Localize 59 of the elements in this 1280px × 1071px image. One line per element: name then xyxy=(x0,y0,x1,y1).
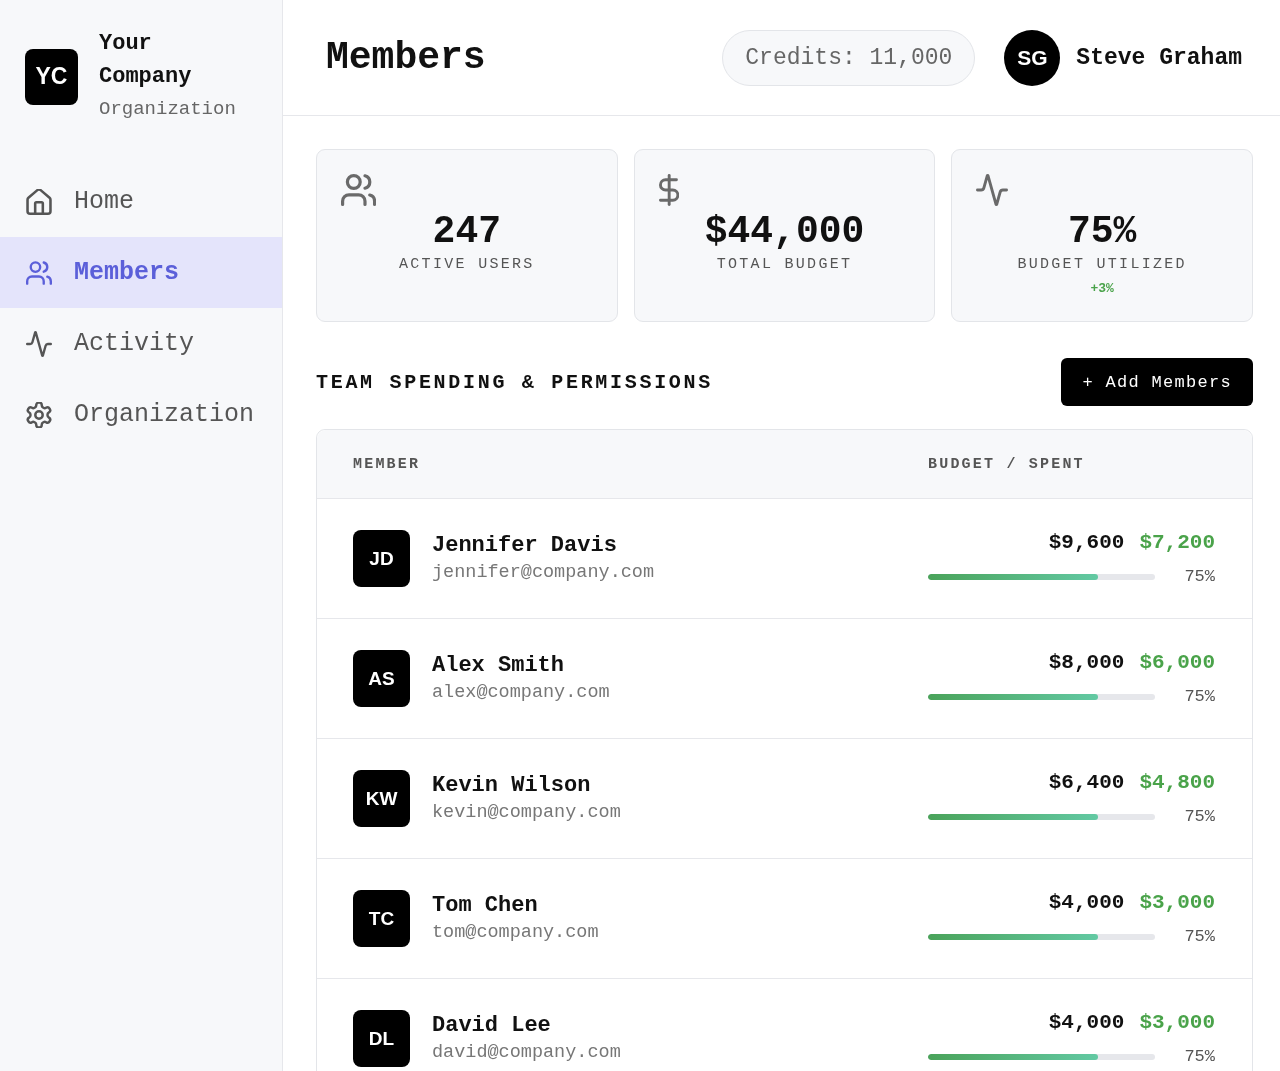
nav-item[interactable]: Activity xyxy=(0,308,282,379)
budget-percent: 75% xyxy=(1184,927,1215,946)
spent-amount: $6,000 xyxy=(1139,649,1215,676)
member-email: david@company.com xyxy=(432,1040,621,1065)
stat-label: ACTIVE USERS xyxy=(399,255,535,275)
users-icon xyxy=(341,174,377,206)
member-avatar: DL xyxy=(353,1010,410,1067)
company-name: Your Company xyxy=(99,30,193,91)
spent-amount: $7,200 xyxy=(1139,529,1215,556)
member-avatar: TC xyxy=(353,890,410,947)
company-subtitle: Organization xyxy=(99,97,237,122)
nav-item[interactable]: Organization xyxy=(0,379,282,450)
member-email: alex@company.com xyxy=(432,680,610,705)
member-name: Jennifer Davis xyxy=(432,531,618,560)
budget-percent: 75% xyxy=(1184,567,1215,586)
budget-amount: $9,600 xyxy=(1048,529,1125,556)
budget-amount: $6,400 xyxy=(1048,769,1125,796)
stat-change: +3% xyxy=(1090,281,1114,297)
stat-value: 247 xyxy=(432,211,502,253)
member-avatar: JD xyxy=(353,530,410,587)
column-header: MEMBER xyxy=(353,455,421,473)
stat-value: $44,000 xyxy=(704,211,865,253)
user-name: Steve Graham xyxy=(1076,44,1242,71)
users-icon xyxy=(26,259,52,286)
spent-amount: $3,000 xyxy=(1139,889,1215,916)
house-icon xyxy=(26,188,52,215)
stat-label: TOTAL BUDGET xyxy=(716,255,853,275)
member-name: David Lee xyxy=(432,1011,552,1040)
user-avatar[interactable]: SG xyxy=(1004,29,1061,86)
page-title: Members xyxy=(326,36,487,79)
spent-amount: $3,000 xyxy=(1139,1009,1215,1036)
company-logo: YC xyxy=(25,48,78,105)
member-email: tom@company.com xyxy=(432,920,599,945)
member-avatar: KW xyxy=(353,770,410,827)
member-email: jennifer@company.com xyxy=(432,560,655,585)
budget-amount: $4,000 xyxy=(1048,889,1125,916)
settings-icon xyxy=(26,401,52,428)
nav-item[interactable]: Members xyxy=(0,237,282,308)
credits-badge: Credits: 11,000 xyxy=(722,29,976,86)
activity-icon xyxy=(26,330,52,357)
budget-percent: 75% xyxy=(1184,687,1215,706)
stat-value: 75% xyxy=(1067,211,1137,253)
member-name: Alex Smith xyxy=(432,651,566,680)
member-email: kevin@company.com xyxy=(432,800,621,825)
budget-percent: 75% xyxy=(1184,1047,1215,1066)
activity-icon xyxy=(976,174,1009,206)
section-title: TEAM SPENDING & PERMISSIONS xyxy=(316,370,713,394)
budget-amount: $4,000 xyxy=(1048,1009,1125,1036)
dollar-icon xyxy=(658,174,679,206)
budget-amount: $8,000 xyxy=(1048,649,1125,676)
budget-percent: 75% xyxy=(1184,807,1215,826)
member-name: Kevin Wilson xyxy=(432,771,592,800)
spent-amount: $4,800 xyxy=(1139,769,1215,796)
column-header: BUDGET / SPENT xyxy=(928,455,1085,473)
member-name: Tom Chen xyxy=(432,891,539,920)
nav-item[interactable]: Home xyxy=(0,166,282,237)
member-avatar: AS xyxy=(353,650,410,707)
add-members-button[interactable]: + Add Members xyxy=(1061,358,1253,406)
stat-label: BUDGET UTILIZED xyxy=(1017,255,1187,275)
